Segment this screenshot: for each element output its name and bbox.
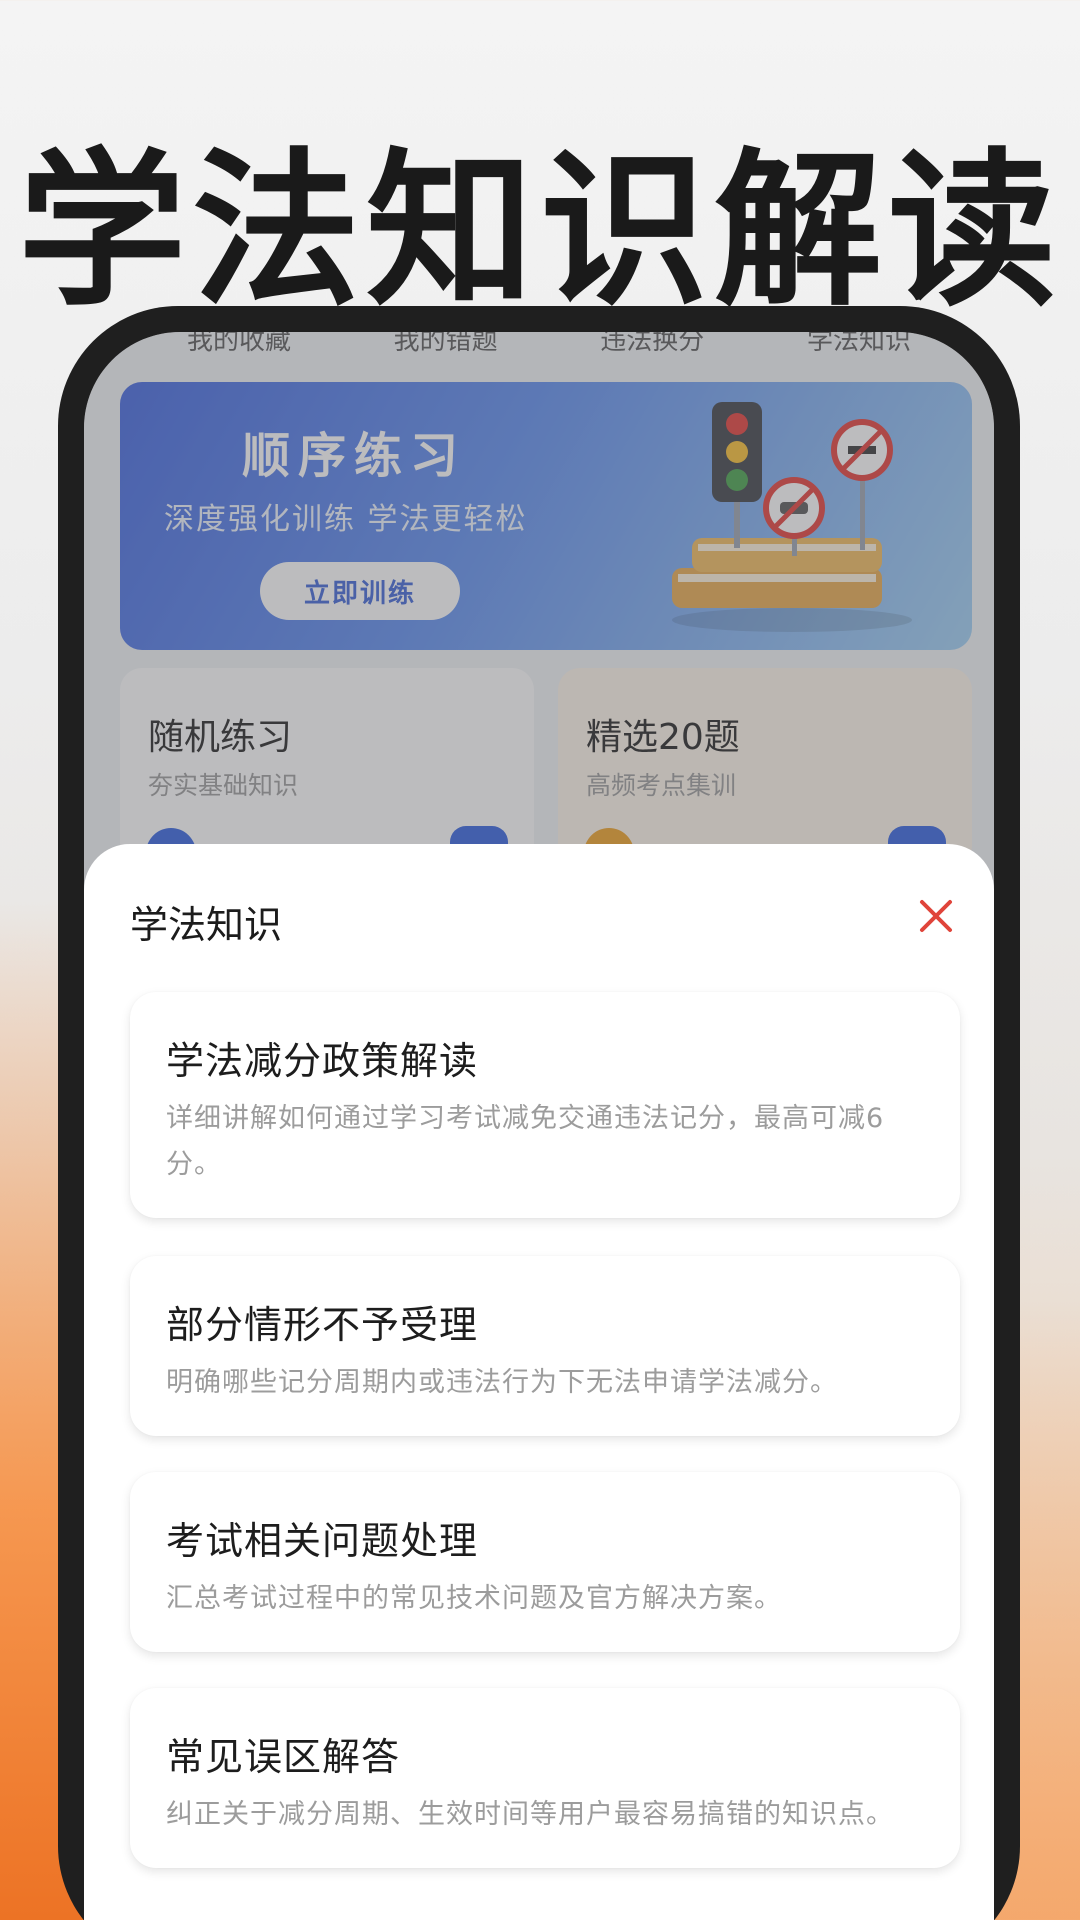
phone-frame: 我的收藏 我的错题 违法换分 学法知识 顺序练习 深度强化训练 学法更轻松 立即… — [58, 306, 1020, 1920]
hero-title: 学法知识解读 — [18, 133, 1062, 329]
list-item-policy[interactable]: 学法减分政策解读 详细讲解如何通过学习考试减免交通违法记分，最高可减6分。 — [130, 992, 960, 1218]
close-icon — [920, 900, 952, 932]
close-button[interactable] — [912, 892, 960, 940]
item-description: 汇总考试过程中的常见技术问题及官方解决方案。 — [166, 1583, 782, 1614]
law-knowledge-sheet: 学法知识 学法减分政策解读 详细讲解如何通过学习考试减免交通违法记分，最高可减6… — [84, 844, 994, 1920]
sheet-title: 学法知识 — [130, 903, 283, 947]
item-description: 明确哪些记分周期内或违法行为下无法申请学法减分。 — [166, 1367, 838, 1398]
phone-screen: 我的收藏 我的错题 违法换分 学法知识 顺序练习 深度强化训练 学法更轻松 立即… — [84, 332, 994, 1920]
list-item-rejected-cases[interactable]: 部分情形不予受理 明确哪些记分周期内或违法行为下无法申请学法减分。 — [130, 1256, 960, 1436]
item-title: 常见误区解答 — [166, 1735, 401, 1779]
list-item-misconceptions[interactable]: 常见误区解答 纠正关于减分周期、生效时间等用户最容易搞错的知识点。 — [130, 1688, 960, 1868]
item-description: 纠正关于减分周期、生效时间等用户最容易搞错的知识点。 — [166, 1799, 894, 1830]
item-title: 部分情形不予受理 — [166, 1303, 479, 1347]
item-title: 学法减分政策解读 — [166, 1039, 479, 1083]
item-title: 考试相关问题处理 — [166, 1519, 479, 1563]
list-item-exam-issues[interactable]: 考试相关问题处理 汇总考试过程中的常见技术问题及官方解决方案。 — [130, 1472, 960, 1652]
item-description: 详细讲解如何通过学习考试减免交通违法记分，最高可减6分。 — [166, 1103, 885, 1180]
